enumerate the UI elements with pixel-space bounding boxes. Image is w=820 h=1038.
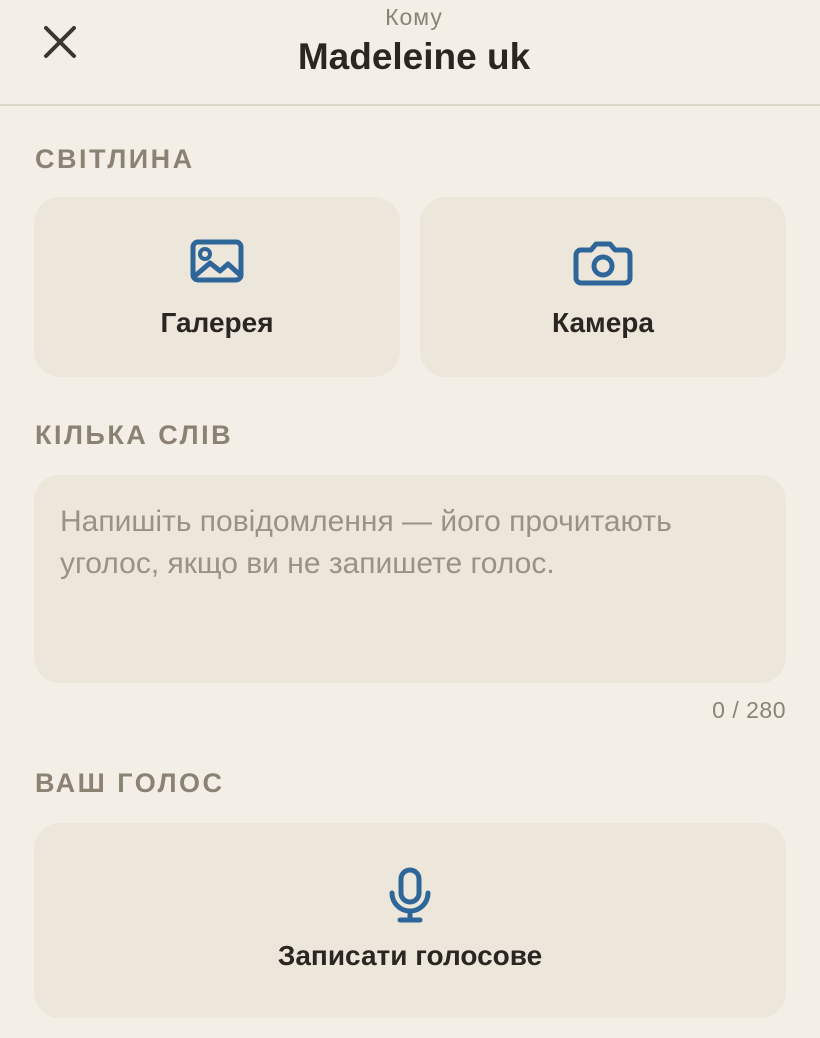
camera-button[interactable]: Камера <box>420 197 786 377</box>
camera-label: Камера <box>552 307 654 338</box>
image-icon <box>190 239 244 283</box>
camera-icon <box>573 241 633 286</box>
header: Кому Madeleine uk <box>0 0 820 106</box>
message-section-title: КІЛЬКА СЛІВ <box>35 420 234 450</box>
message-input[interactable] <box>60 501 760 657</box>
record-voice-button[interactable]: Записати голосове <box>34 823 786 1018</box>
photo-section-title: СВІТЛИНА <box>35 144 195 174</box>
recipient-name: Madeleine uk <box>297 36 531 77</box>
send-message-screen: Кому Madeleine uk СВІТЛИНА Галерея Камер… <box>0 0 820 1038</box>
record-voice-label: Записати голосове <box>277 940 543 971</box>
microphone-icon <box>389 867 431 923</box>
voice-section-title: ВАШ ГОЛОС <box>35 768 225 798</box>
gallery-label: Галерея <box>160 307 274 338</box>
gallery-button[interactable]: Галерея <box>34 197 400 377</box>
message-field-container[interactable] <box>34 475 786 683</box>
character-counter: 0 / 280 <box>712 697 786 723</box>
to-label: Кому <box>385 4 443 30</box>
